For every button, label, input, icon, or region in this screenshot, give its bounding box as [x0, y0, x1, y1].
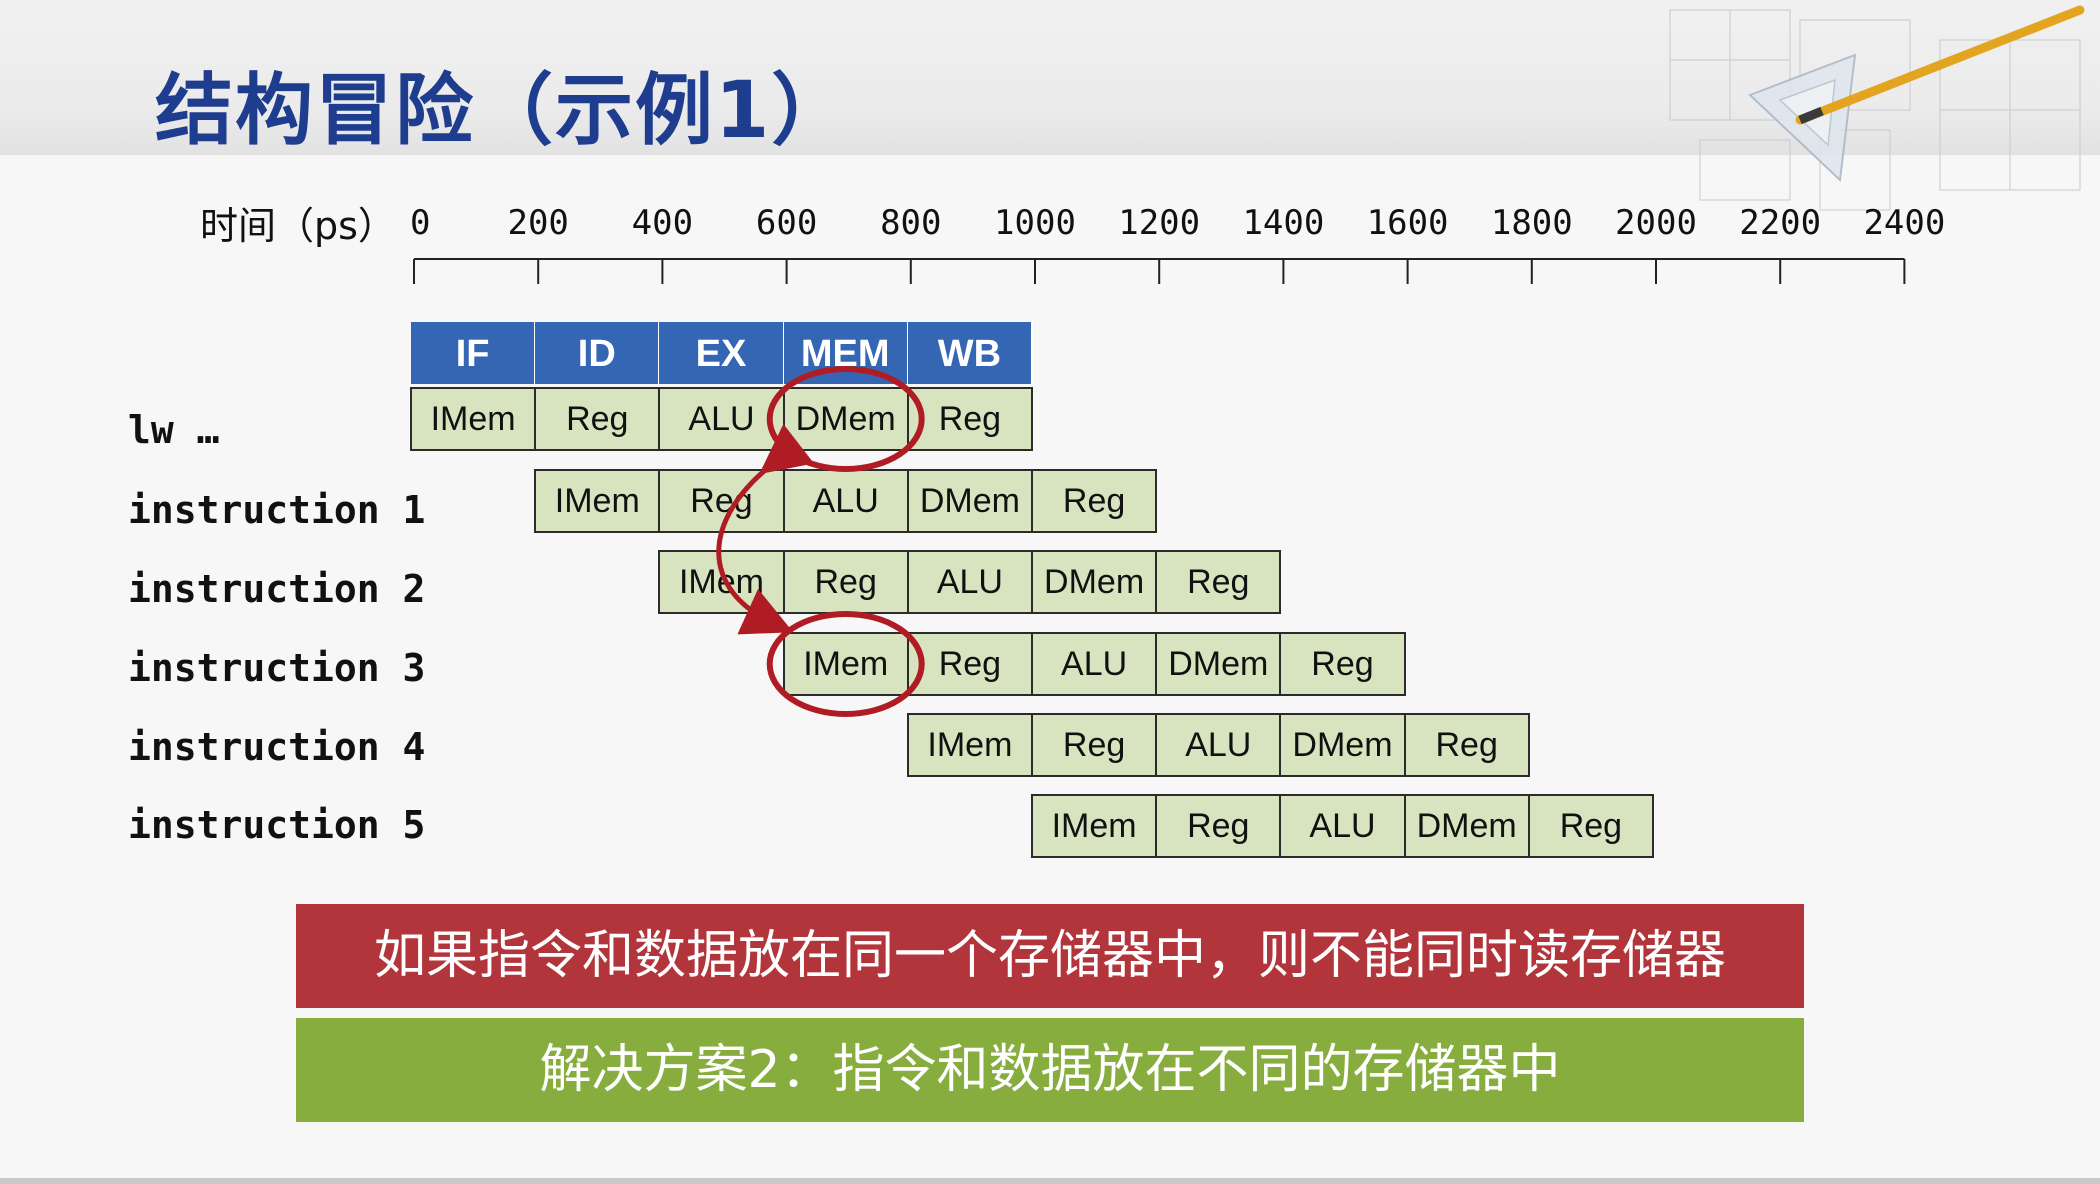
time-axis-tick-label: 1000	[994, 203, 1076, 243]
instruction-label: instruction 4	[128, 725, 426, 769]
pipeline-cell-reg: Reg	[906, 632, 1033, 696]
pipeline-cell-reg: Reg	[1155, 550, 1282, 614]
solution-banner: 解决方案2：指令和数据放在不同的存储器中	[296, 1018, 1804, 1122]
stage-header-ex: EX	[659, 322, 785, 384]
pipeline-cell-reg: Reg	[534, 387, 661, 451]
pipeline-cell-dmem: DMem	[1403, 794, 1530, 858]
pipeline-cell-alu: ALU	[782, 469, 909, 533]
pipeline-cell-reg: Reg	[782, 550, 909, 614]
pipeline-cell-imem: IMem	[1031, 794, 1158, 858]
pipeline-cell-reg: Reg	[1031, 713, 1158, 777]
stage-header-wb: WB	[907, 322, 1033, 384]
pipeline-cell-reg: Reg	[1155, 794, 1282, 858]
time-axis-tick-label: 1800	[1490, 203, 1573, 243]
time-axis-tick-label: 400	[631, 203, 694, 243]
page-title: 结构冒险（示例1）	[155, 66, 852, 156]
bottom-border	[0, 1178, 2100, 1184]
pipeline-cell-alu: ALU	[1279, 794, 1406, 858]
stage-header-if: IF	[411, 322, 537, 384]
time-axis-tick-label: 1200	[1118, 203, 1201, 243]
stage-header-id: ID	[535, 322, 661, 384]
time-axis-tick-label: 2200	[1739, 203, 1822, 243]
pipeline-cell-dmem: DMem	[1155, 632, 1282, 696]
time-axis-tick-label: 200	[507, 203, 569, 243]
pipeline-cell-dmem: DMem	[782, 387, 909, 451]
pipeline-cell-imem: IMem	[534, 469, 661, 533]
pipeline-cell-dmem: DMem	[1031, 550, 1158, 614]
time-axis-tick-label: 600	[755, 203, 818, 243]
instruction-label: instruction 5	[128, 803, 426, 847]
pipeline-cell-dmem: DMem	[906, 469, 1033, 533]
pipeline-cell-imem: IMem	[410, 387, 537, 451]
slide: 结构冒险（示例1） 时间（ps） 0 200 400 600 800 1000 1200 14…	[0, 0, 2100, 1184]
pipeline-cell-reg: Reg	[1527, 794, 1654, 858]
problem-banner: 如果指令和数据放在同一个存储器中，则不能同时读存储器	[296, 904, 1804, 1008]
instruction-label: lw …	[128, 408, 220, 452]
pipeline-cell-reg: Reg	[1403, 713, 1530, 777]
pipeline-cell-imem: IMem	[782, 632, 909, 696]
pipeline-cell-imem: IMem	[906, 713, 1033, 777]
pipeline-cell-reg: Reg	[1279, 632, 1406, 696]
pipeline-cell-alu: ALU	[906, 550, 1033, 614]
stage-header-mem: MEM	[783, 322, 909, 384]
time-axis-tick-label: 1400	[1242, 203, 1325, 243]
pipeline-cell-reg: Reg	[906, 387, 1033, 451]
pipeline-cell-reg: Reg	[1031, 469, 1158, 533]
time-axis-tick-label: 1600	[1366, 203, 1449, 243]
pipeline-cell-reg: Reg	[658, 469, 785, 533]
time-axis-label: 时间（ps）	[200, 204, 396, 248]
instruction-label: instruction 3	[128, 646, 426, 690]
pipeline-cell-alu: ALU	[1031, 632, 1158, 696]
time-axis-tick-label: 2000	[1615, 203, 1697, 243]
pipeline-cell-dmem: DMem	[1279, 713, 1406, 777]
time-axis-tick-label: 800	[880, 203, 942, 243]
time-axis-tick-label: 0	[410, 203, 431, 243]
time-axis-tick-label: 2400	[1863, 203, 1946, 243]
instruction-label: instruction 1	[128, 488, 426, 532]
pipeline-cell-alu: ALU	[658, 387, 785, 451]
drafting-decoration	[1669, 5, 2085, 211]
instruction-label: instruction 2	[128, 567, 426, 611]
pipeline-cell-imem: IMem	[658, 550, 785, 614]
pipeline-cell-alu: ALU	[1155, 713, 1282, 777]
